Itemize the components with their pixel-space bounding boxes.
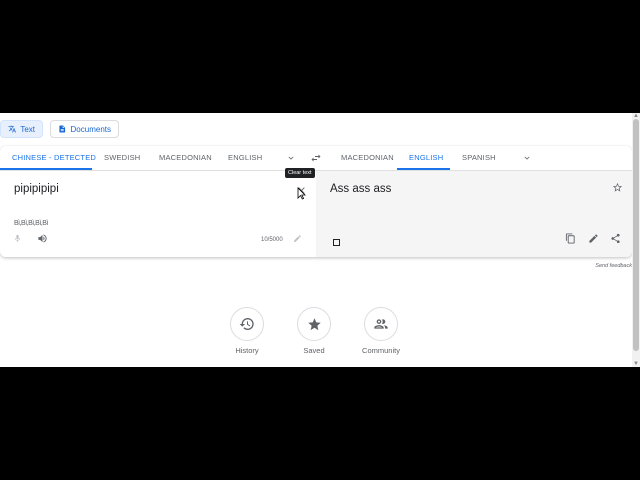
history-label: History [235, 346, 259, 355]
community-button[interactable] [364, 307, 398, 341]
microphone-icon[interactable] [13, 234, 22, 243]
send-feedback-link[interactable]: Send feedback [595, 263, 632, 269]
document-icon [59, 125, 66, 133]
saved-button[interactable] [297, 307, 331, 341]
copy-icon[interactable] [565, 233, 576, 244]
translate-page: Text Documents CHINESE - DETECTED SWEDIS… [0, 113, 640, 367]
translation-card: CHINESE - DETECTED SWEDISH MACEDONIAN EN… [0, 146, 632, 257]
edit-pencil-icon[interactable] [588, 233, 599, 244]
share-icon[interactable] [610, 233, 621, 244]
swap-languages-icon[interactable] [310, 153, 322, 163]
source-active-underline [0, 168, 92, 170]
translate-icon [8, 125, 16, 133]
target-lang-macedonian[interactable]: MACEDONIAN [341, 146, 394, 170]
target-more-chevron-down-icon[interactable] [522, 153, 532, 163]
target-lang-english[interactable]: ENGLISH [409, 146, 443, 170]
character-count: 10/5000 [261, 237, 283, 243]
documents-mode-label: Documents [70, 124, 111, 134]
source-lang-macedonian[interactable]: MACEDONIAN [159, 146, 212, 170]
source-text-input[interactable]: pipipipipi [14, 183, 59, 195]
documents-mode-button[interactable]: Documents [50, 120, 119, 138]
source-more-chevron-down-icon[interactable] [286, 153, 296, 163]
text-mode-label: Text [20, 124, 35, 134]
source-pane: pipipipipi Bì,Bì,Bì,Bì,Bì 10/5000 [0, 171, 316, 257]
page-scrollbar[interactable]: ▲ ▼ [632, 113, 640, 367]
target-pane: Ass ass ass [316, 171, 632, 257]
source-lang-detected[interactable]: CHINESE - DETECTED [12, 146, 96, 170]
handwriting-pencil-icon[interactable] [293, 234, 302, 243]
star-icon [307, 317, 321, 330]
source-romanization: Bì,Bì,Bì,Bì,Bì [14, 220, 48, 227]
scroll-down-arrow-icon[interactable]: ▼ [632, 361, 640, 367]
history-button[interactable] [230, 307, 264, 341]
saved-label: Saved [303, 346, 325, 355]
stop-square-icon[interactable] [333, 239, 340, 246]
translated-text: Ass ass ass [330, 183, 392, 195]
save-star-icon[interactable] [612, 182, 623, 193]
community-people-icon [374, 319, 388, 329]
language-bar: CHINESE - DETECTED SWEDISH MACEDONIAN EN… [0, 146, 632, 171]
target-active-underline [397, 168, 450, 170]
target-lang-spanish[interactable]: SPANISH [462, 146, 496, 170]
history-icon [239, 318, 254, 330]
scrollbar-thumb[interactable] [633, 119, 639, 351]
listen-speaker-icon[interactable] [37, 233, 48, 244]
text-mode-button[interactable]: Text [0, 120, 43, 138]
source-lang-swedish[interactable]: SWEDISH [104, 146, 140, 170]
mouse-cursor-icon [297, 187, 306, 200]
source-lang-english[interactable]: ENGLISH [228, 146, 262, 170]
community-label: Community [362, 346, 400, 355]
clear-text-tooltip: Clear text [285, 168, 315, 178]
